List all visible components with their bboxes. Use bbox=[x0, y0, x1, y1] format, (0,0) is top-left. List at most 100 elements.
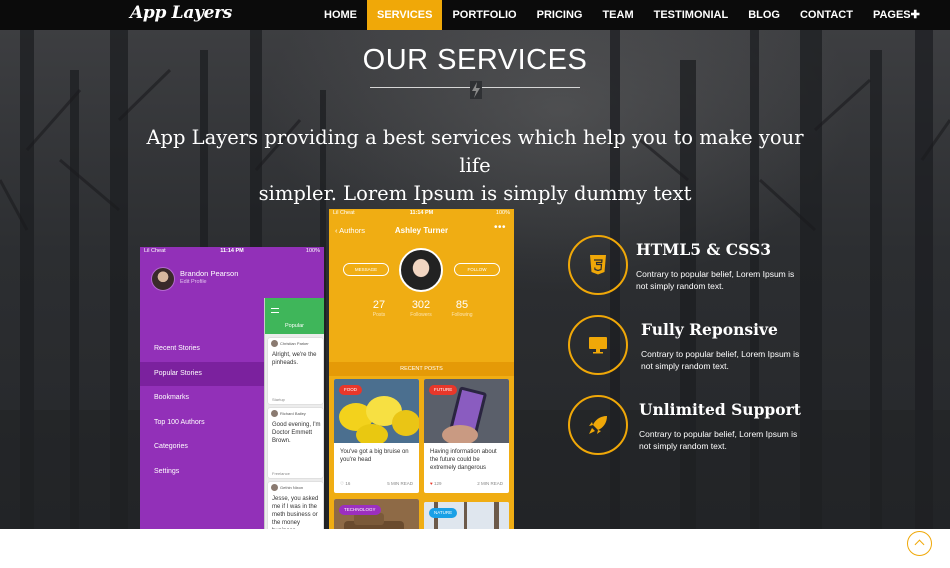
post-likes: ♡ 16 bbox=[340, 481, 350, 487]
post-tag: NATURE bbox=[429, 508, 458, 518]
nav-blog[interactable]: BLOG bbox=[738, 0, 790, 30]
feature-desc-line-1: Contrary to popular belief, Lorem Ipsum … bbox=[641, 349, 800, 359]
feature-desc-line-1: Contrary to popular belief, Lorem Ipsum … bbox=[639, 429, 798, 439]
drawer-menu: Recent Stories Popular Stories Bookmarks… bbox=[140, 337, 264, 484]
card-author: Gethin Nixon bbox=[271, 484, 303, 491]
html5-icon bbox=[590, 255, 606, 275]
status-time: 11:14 PM bbox=[220, 248, 244, 254]
stat-value: 85 bbox=[455, 299, 469, 311]
feature-title-support: Unlimited Support bbox=[639, 400, 801, 419]
intro-line-1: App Layers providing a best services whi… bbox=[146, 126, 804, 177]
post-read-time: 5 MIN READ bbox=[387, 481, 413, 486]
logo[interactable]: App Layers bbox=[130, 3, 232, 23]
post-card-future: FUTURE Having information about the futu… bbox=[424, 379, 509, 493]
stat-value: 302 bbox=[411, 299, 431, 311]
status-battery: 100% bbox=[305, 248, 320, 254]
stat-following: 85 Following bbox=[442, 299, 482, 318]
status-bar: Lil Cheat 11:14 PM 100% bbox=[329, 209, 514, 218]
phone-mockup-profile: Lil Cheat 11:14 PM 100% ‹ Authors Ashley… bbox=[329, 209, 514, 529]
nav-pages[interactable]: PAGES✚ bbox=[863, 0, 930, 30]
intro-line-2: simpler. Lorem Ipsum is simply dummy tex… bbox=[258, 182, 692, 205]
phone-mockup-menu: Lil Cheat 11:14 PM 100% Brandon Pearson … bbox=[140, 247, 324, 529]
nav-home[interactable]: HOME bbox=[314, 0, 367, 30]
card-text: Jesse, you asked me if I was in the meth… bbox=[272, 496, 319, 529]
menu-item-settings: Settings bbox=[154, 467, 180, 475]
post-likes: ♥ 129 bbox=[430, 481, 441, 486]
feature-title-responsive: Fully Reponsive bbox=[641, 320, 778, 339]
post-meta: ♡ 16 5 MIN READ bbox=[340, 481, 413, 487]
feature-icon-responsive bbox=[568, 315, 628, 375]
nav-menu: HOME SERVICES PORTFOLIO PRICING TEAM TES… bbox=[314, 0, 930, 30]
stat-followers: 302 Followers bbox=[401, 299, 441, 318]
nav-services[interactable]: SERVICES bbox=[367, 0, 443, 30]
avatar bbox=[151, 267, 175, 291]
post-tag: FUTURE bbox=[429, 385, 458, 395]
section-title: OUR SERVICES bbox=[362, 44, 588, 76]
more-icon: ••• bbox=[493, 222, 506, 233]
nav-pages-label: PAGES bbox=[872, 9, 911, 21]
card-footer: Freelance bbox=[272, 471, 290, 476]
nav-team[interactable]: TEAM bbox=[592, 0, 643, 30]
story-card: Richard Bailey Good evening, I'm Doctor … bbox=[268, 408, 323, 478]
chevron-up-icon bbox=[914, 539, 925, 550]
nav-contact[interactable]: CONTACT bbox=[790, 0, 863, 30]
post-likes-count: 129 bbox=[433, 481, 442, 486]
menu-item-authors: Top 100 Authors bbox=[154, 418, 205, 426]
card-text: Good evening, I'm Doctor Emmett Brown. bbox=[272, 422, 321, 444]
services-section: OUR SERVICES App Layers providing a best… bbox=[0, 30, 950, 529]
message-button: MESSAGE bbox=[343, 263, 389, 276]
story-card: Christian Parker Alright, we're the pinh… bbox=[268, 338, 323, 404]
scroll-top-button[interactable] bbox=[907, 531, 932, 556]
feature-desc-line-2: not simply random text. bbox=[641, 361, 729, 371]
nav-portfolio[interactable]: PORTFOLIO bbox=[442, 0, 526, 30]
status-time: 11:14 PM bbox=[409, 210, 434, 216]
stat-posts: 27 Posts bbox=[359, 299, 399, 318]
post-card-technology: TECHNOLOGY bbox=[334, 499, 419, 529]
rocket-icon bbox=[589, 416, 607, 434]
feature-desc-line-2: not simply random text. bbox=[639, 441, 727, 451]
card-text: Alright, we're the pinheads. bbox=[272, 352, 317, 366]
popular-panel: Popular Christian Parker Alright, we're … bbox=[264, 298, 324, 529]
post-meta: ♥ 129 2 MIN READ bbox=[430, 481, 503, 486]
feature-icon-html5 bbox=[568, 235, 628, 295]
stat-label: Followers bbox=[410, 312, 432, 318]
stat-label: Following bbox=[451, 312, 473, 318]
navbar: App Layers HOME SERVICES PORTFOLIO PRICI… bbox=[0, 0, 950, 30]
stat-value: 27 bbox=[372, 299, 386, 311]
post-card-nature: NATURE bbox=[424, 502, 509, 529]
story-card: Gethin Nixon Jesse, you asked me if I wa… bbox=[268, 482, 323, 529]
recent-posts-header: RECENT POSTS bbox=[329, 362, 514, 376]
profile-name: Brandon Pearson bbox=[180, 269, 239, 278]
heart-icon: ♡ bbox=[340, 481, 345, 486]
post-tag: FOOD bbox=[339, 385, 362, 395]
plus-icon: ✚ bbox=[910, 9, 920, 21]
panel-tab: Popular bbox=[285, 323, 304, 329]
menu-item-bookmarks: Bookmarks bbox=[154, 394, 190, 401]
feature-icon-support bbox=[568, 395, 628, 455]
services-intro: App Layers providing a best services whi… bbox=[130, 124, 820, 208]
feature-title-html5: HTML5 & CSS3 bbox=[636, 240, 771, 259]
feature-desc-support: Contrary to popular belief, Lorem Ipsum … bbox=[639, 428, 814, 452]
post-likes-count: 16 bbox=[345, 481, 351, 486]
profile-subtitle: Edit Profile bbox=[180, 279, 207, 285]
menu-item-categories: Categories bbox=[154, 443, 188, 450]
status-battery: 100% bbox=[495, 210, 510, 216]
follow-button: FOLLOW bbox=[454, 263, 500, 276]
nav-testimonial[interactable]: TESTIMONIAL bbox=[644, 0, 739, 30]
post-text: Having information about the future coul… bbox=[430, 449, 497, 471]
card-footer: Startup bbox=[272, 397, 285, 402]
feature-desc-line-1: Contrary to popular belief, Lorem Ipsum … bbox=[636, 269, 795, 279]
post-card-food: FOOD You've got a big bruise on you're h… bbox=[334, 379, 419, 493]
stat-label: Posts bbox=[372, 312, 386, 318]
menu-item-popular: Popular Stories bbox=[140, 361, 264, 386]
feature-desc-line-2: not simply random text. bbox=[636, 281, 724, 291]
menu-icon bbox=[271, 308, 279, 313]
card-author: Christian Parker bbox=[271, 340, 309, 347]
lightning-bolt-icon bbox=[470, 81, 482, 99]
post-read-time: 2 MIN READ bbox=[477, 481, 503, 486]
nav-pricing[interactable]: PRICING bbox=[527, 0, 593, 30]
feature-desc-responsive: Contrary to popular belief, Lorem Ipsum … bbox=[641, 348, 816, 372]
heart-icon: ♥ bbox=[430, 481, 433, 486]
feature-desc-html5: Contrary to popular belief, Lorem Ipsum … bbox=[636, 268, 811, 292]
profile-title: Ashley Turner bbox=[394, 226, 449, 235]
